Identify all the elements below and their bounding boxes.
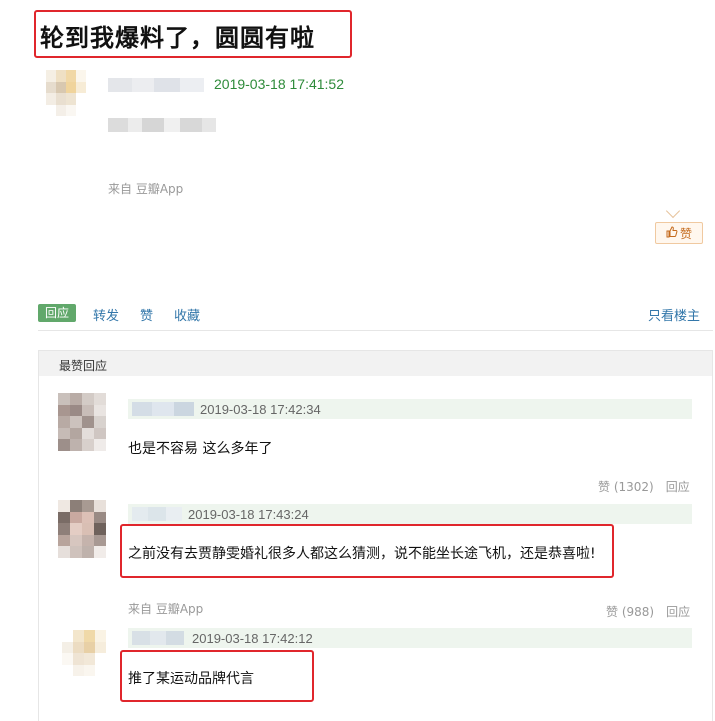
comment-source: 来自 豆瓣App <box>128 602 204 616</box>
post-timestamp: 2019-03-18 17:41:52 <box>214 76 344 92</box>
like-link[interactable]: 赞 <box>140 305 153 324</box>
thumbs-up-icon <box>666 225 678 241</box>
post-action-bar: 回应 转发 赞 收藏 只看楼主 <box>38 304 700 324</box>
highlight-box-title <box>34 10 352 58</box>
commenter-name-blurred[interactable] <box>132 631 184 645</box>
post-source: 来自 豆瓣App <box>108 182 184 196</box>
highlight-box-comment <box>120 650 314 702</box>
highlight-box-comment <box>120 524 614 578</box>
repost-link[interactable]: 转发 <box>93 305 119 324</box>
comment-meta: 赞 (1302) 回应 <box>598 478 690 495</box>
like-label: 赞 <box>679 226 692 241</box>
reply-button[interactable]: 回应 <box>38 304 77 322</box>
top-replies-header: 最赞回应 <box>39 350 712 376</box>
comment-avatar[interactable] <box>62 630 106 676</box>
comment-like-count[interactable]: 赞 (1302) <box>598 480 654 494</box>
comment-avatar[interactable] <box>58 393 106 451</box>
comment-like-count[interactable]: 赞 (988) <box>606 605 654 619</box>
author-avatar[interactable] <box>46 70 86 116</box>
comment-meta: 赞 (988) 回应 <box>606 603 690 620</box>
comment-timestamp: 2019-03-18 17:43:24 <box>188 507 309 522</box>
divider <box>38 330 713 331</box>
commenter-name-blurred[interactable] <box>132 507 182 521</box>
author-name-blurred[interactable] <box>108 78 204 92</box>
top-replies-label: 最赞回应 <box>59 359 108 373</box>
commenter-name-blurred[interactable] <box>132 402 194 416</box>
comment-reply-link[interactable]: 回应 <box>666 605 690 619</box>
only-op-link[interactable]: 只看楼主 <box>648 305 700 324</box>
like-button[interactable]: 赞 <box>655 222 703 244</box>
comment-reply-link[interactable]: 回应 <box>666 480 690 494</box>
chevron-down-icon <box>665 203 681 219</box>
post-body-blurred <box>108 118 228 132</box>
collect-link[interactable]: 收藏 <box>174 305 200 324</box>
comment-text: 也是不容易 这么多年了 <box>128 441 273 457</box>
comment-timestamp: 2019-03-18 17:42:34 <box>200 402 321 417</box>
comment-avatar[interactable] <box>58 500 106 558</box>
comment-timestamp: 2019-03-18 17:42:12 <box>192 631 313 646</box>
